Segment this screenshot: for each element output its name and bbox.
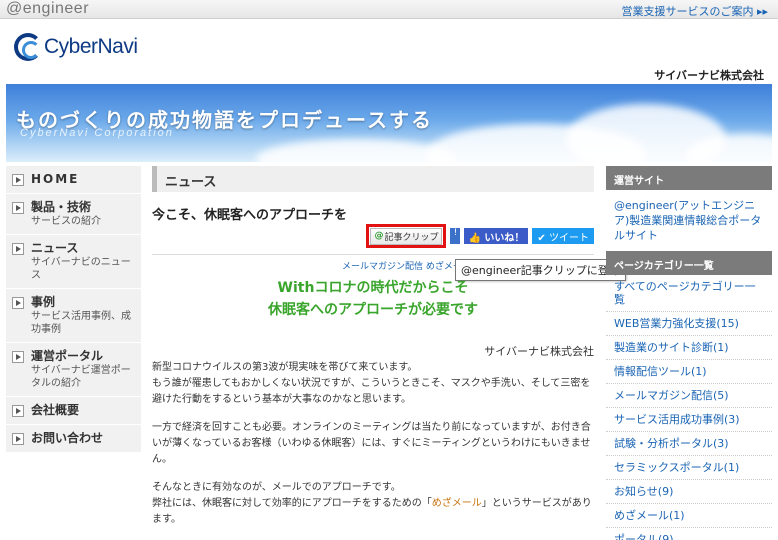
tweet-label: ツイート <box>549 233 589 244</box>
paragraph-3b: 弊社には、休眠客に対して効率的にアプローチをするための「 <box>152 498 432 509</box>
nav-item-company[interactable]: 会社概要 <box>6 397 141 425</box>
arrow-right-icon <box>12 202 24 214</box>
category-item[interactable]: 製造業のサイト診断(1) <box>606 336 772 360</box>
nav-label: 会社概要 <box>31 403 80 417</box>
arrow-right-icon <box>12 297 24 309</box>
nav-item-portal[interactable]: 運営ポータル サイバーナビ運営ポータルの紹介 <box>6 343 141 397</box>
article-byline: サイバーナビ株式会社 <box>484 345 594 358</box>
arrow-right-icon <box>12 405 24 417</box>
engineer-portal-link[interactable]: @engineer(アットエンジニア)製造業関連情報総合ポータルサイト <box>606 190 772 251</box>
bird-icon: ✔ <box>537 233 546 244</box>
thumbs-up-icon: 👍 <box>468 233 481 244</box>
nav-item-cases[interactable]: 事例 サービス活用事例、成功事例 <box>6 289 141 343</box>
mezamail-link[interactable]: めざメール <box>432 498 482 509</box>
left-nav: HOME 製品・技術 サービスの紹介 ニュース サイバーナビのニュース 事例 サ… <box>6 166 141 453</box>
nav-item-products[interactable]: 製品・技術 サービスの紹介 <box>6 194 141 235</box>
headline-line-1: Withコロナの時代だからこそ <box>277 280 469 296</box>
nav-label: 運営ポータル <box>31 349 104 363</box>
hero-banner: ものづくりの成功物語をプロデュースする CyberNavi Corporatio… <box>6 84 772 162</box>
category-item[interactable]: めざメール(1) <box>606 504 772 528</box>
category-item[interactable]: ポータル(9) <box>606 528 772 540</box>
headline-line-2: 休眠客へのアプローチが必要です <box>268 302 478 318</box>
article-title: 今こそ、休眠客へのアプローチを <box>152 208 348 223</box>
company-name: サイバーナビ株式会社 <box>654 69 764 82</box>
paragraph-3a: そんなときに有効なのが、メールでのアプローチです。 <box>152 482 401 493</box>
article-body: 新型コロナウイルスの第3波が現実味を帯びて来ています。 もう誰が罹患してもおかし… <box>152 360 594 540</box>
nav-sublabel: サイバーナビ運営ポータルの紹介 <box>31 365 131 389</box>
site-header: CyberNavi サイバーナビ株式会社 <box>0 19 778 84</box>
nav-label: HOME <box>31 172 80 186</box>
right-sidebar: 運営サイト @engineer(アットエンジニア)製造業関連情報総合ポータルサイ… <box>606 166 772 540</box>
article-headline: Withコロナの時代だからこそ 休眠客へのアプローチが必要です <box>152 277 594 321</box>
article-clip-button[interactable]: @ 記事クリップ <box>366 224 447 248</box>
share-buttons: @ 記事クリップ ! 👍 いいね！ ✔ ツイート <box>366 224 594 248</box>
arrow-right-icon <box>12 174 24 186</box>
nav-label: 事例 <box>31 295 56 309</box>
like-label: いいね！ <box>484 233 525 244</box>
nav-item-home[interactable]: HOME <box>6 166 141 194</box>
logo-text: CyberNavi <box>44 35 138 58</box>
share-icon[interactable]: ! <box>450 228 461 244</box>
cybernavi-logo[interactable]: CyberNavi <box>14 33 138 61</box>
nav-sublabel: サービス活用事例、成功事例 <box>31 311 131 335</box>
facebook-like-button[interactable]: 👍 いいね！ <box>464 228 529 244</box>
nav-label: ニュース <box>31 241 79 255</box>
nav-sublabel: サービスの紹介 <box>31 216 101 227</box>
category-item[interactable]: 情報配信ツール(1) <box>606 360 772 384</box>
operated-sites-heading: 運営サイト <box>606 166 772 190</box>
nav-item-news[interactable]: ニュース サイバーナビのニュース <box>6 235 141 289</box>
arrow-right-icon <box>12 351 24 363</box>
category-item[interactable]: お知らせ(9) <box>606 480 772 504</box>
tweet-button[interactable]: ✔ ツイート <box>532 228 594 244</box>
arrow-right-icon <box>12 433 24 445</box>
arrow-right-icon <box>12 243 24 255</box>
category-item[interactable]: すべてのページカテゴリー一覧 <box>606 275 772 312</box>
category-item[interactable]: セラミックスポータル(1) <box>606 456 772 480</box>
category-list-heading: ページカテゴリー一覧 <box>606 251 772 275</box>
main-content: ニュース 今こそ、休眠客へのアプローチを @ 記事クリップ ! 👍 いいね！ ✔ … <box>152 166 626 525</box>
at-icon: @ <box>374 231 384 241</box>
section-heading: ニュース <box>152 166 594 192</box>
nav-label: 製品・技術 <box>31 200 92 214</box>
article-tags[interactable]: メールマガジン配信 めざメー <box>342 259 462 272</box>
divider <box>152 254 594 255</box>
clip-label: 記事クリップ <box>384 232 439 243</box>
paragraph-1: 新型コロナウイルスの第3波が現実味を帯びて来ています。 もう誰が罹患してもおかし… <box>152 362 591 405</box>
category-list: すべてのページカテゴリー一覧 WEB営業力強化支援(15) 製造業のサイト診断(… <box>606 275 772 540</box>
top-bar: @engineer 営業支援サービスのご案内 ▸▸ <box>0 0 778 19</box>
nav-item-contact[interactable]: お問い合わせ <box>6 425 141 453</box>
category-item[interactable]: WEB営業力強化支援(15) <box>606 312 772 336</box>
sales-support-link[interactable]: 営業支援サービスのご案内 ▸▸ <box>621 3 768 19</box>
category-item[interactable]: 試験・分析ポータル(3) <box>606 432 772 456</box>
engineer-brand-logo[interactable]: @engineer <box>6 0 89 18</box>
paragraph-2: 一方で経済を回すことも必要。オンラインのミーティングは当たり前になっていますが、… <box>152 422 591 465</box>
category-item[interactable]: サービス活用成功事例(3) <box>606 408 772 432</box>
cybernavi-logo-icon <box>14 33 42 61</box>
paragraph-3: そんなときに有効なのが、メールでのアプローチです。 弊社には、休眠客に対して効率… <box>152 480 594 528</box>
nav-label: お問い合わせ <box>31 431 104 445</box>
category-item[interactable]: メールマガジン配信(5) <box>606 384 772 408</box>
nav-sublabel: サイバーナビのニュース <box>31 257 131 281</box>
banner-corp-name: CyberNavi Corporation <box>20 127 174 139</box>
